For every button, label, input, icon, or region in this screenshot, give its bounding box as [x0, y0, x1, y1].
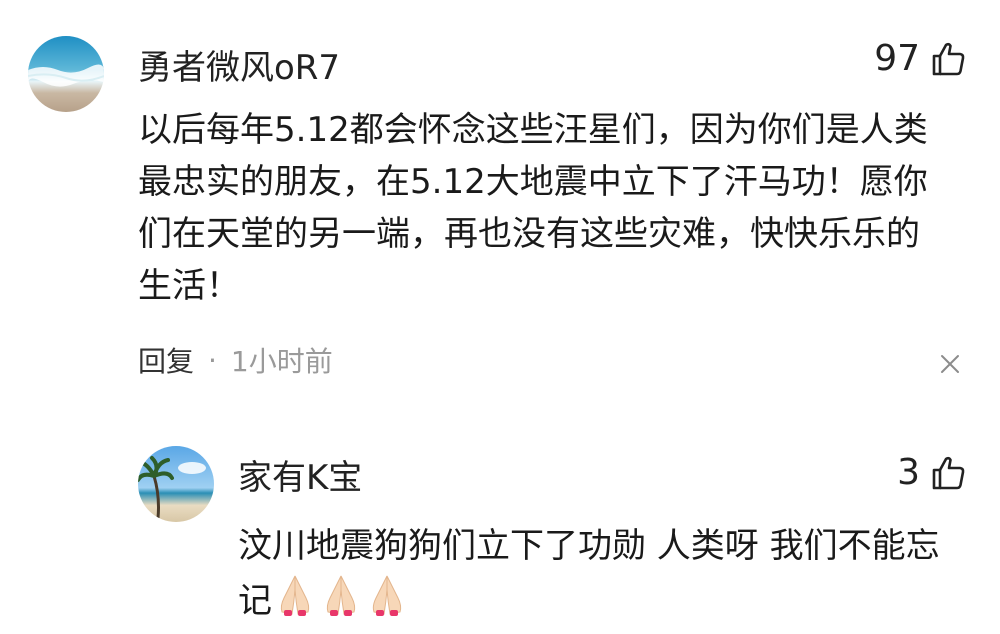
- comment-meta: 回复 · 1小时前: [138, 340, 333, 380]
- close-icon[interactable]: [940, 354, 960, 378]
- comment-username[interactable]: 勇者微风oR7: [138, 40, 340, 89]
- beach-wave-icon: [28, 36, 104, 112]
- reply-button[interactable]: 回复: [138, 340, 194, 380]
- folded-hands-icon: [318, 572, 364, 618]
- comment-text: 以后每年5.12都会怀念这些汪星们，因为你们是人类最忠实的朋友，在5.12大地震…: [138, 110, 928, 306]
- folded-hands-icon: [364, 572, 410, 618]
- like-count: 3: [897, 452, 920, 493]
- folded-hands-icon: [272, 572, 318, 618]
- reply-item: 家有K宝 3 汶川地震狗狗们立下了功勋 人类呀 我们不能忘记: [0, 420, 1000, 634]
- avatar[interactable]: [138, 446, 214, 522]
- meta-separator: ·: [208, 343, 217, 377]
- like-control[interactable]: 97: [874, 38, 966, 79]
- thumbs-up-icon[interactable]: [930, 41, 966, 77]
- palm-tree-icon: [138, 446, 214, 522]
- avatar[interactable]: [28, 36, 104, 112]
- like-control[interactable]: 3: [897, 452, 966, 493]
- reply-username[interactable]: 家有K宝: [238, 450, 362, 499]
- comment-timestamp: 1小时前: [230, 345, 333, 378]
- thumbs-up-icon[interactable]: [930, 455, 966, 491]
- like-count: 97: [874, 38, 920, 79]
- reply-text: 汶川地震狗狗们立下了功勋 人类呀 我们不能忘记: [238, 520, 968, 627]
- comment-item: 勇者微风oR7 97 以后每年5.12都会怀念这些汪星们，因为你们是人类最忠实的…: [0, 0, 1000, 400]
